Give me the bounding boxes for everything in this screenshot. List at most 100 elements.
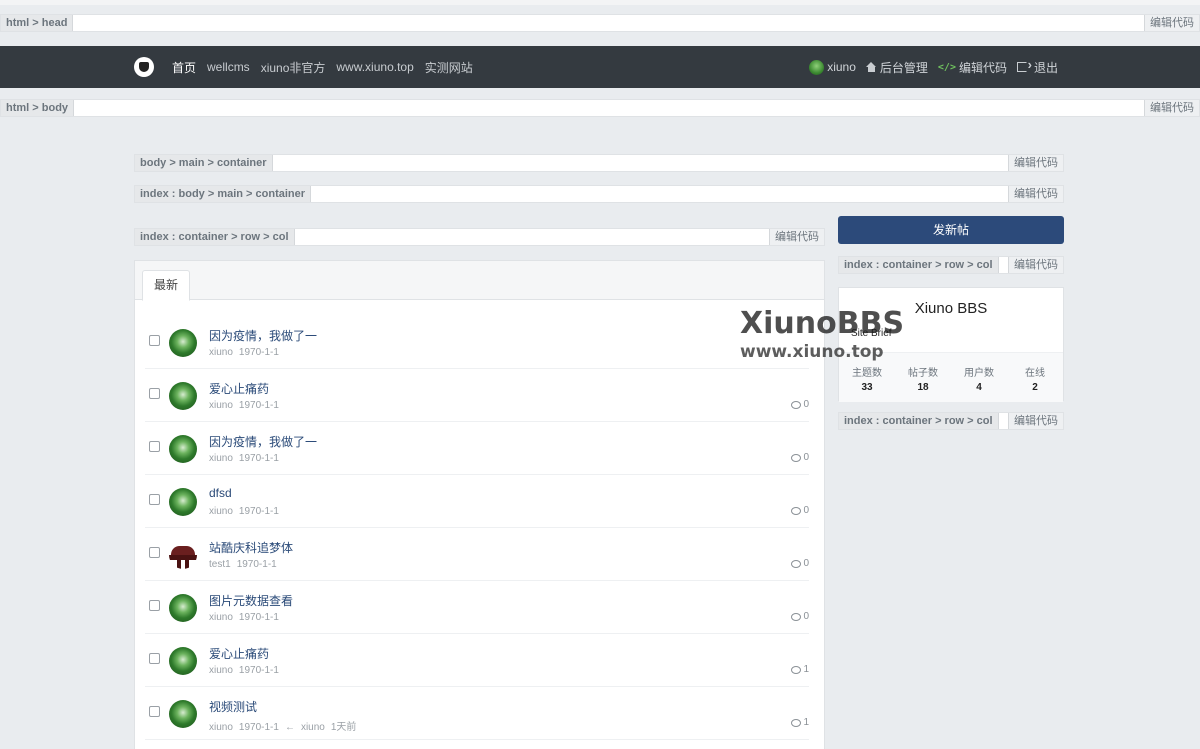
thread-row[interactable]: 图片元数据查看 xiuno 1970-1-1 0	[145, 581, 809, 634]
thread-checkbox[interactable]	[149, 547, 160, 558]
thread-row[interactable]: 因为疫情，我做了一 xiuno 1970-1-1	[145, 316, 809, 369]
stat-value: 18	[917, 382, 929, 393]
edit-code-button[interactable]: 编辑代码	[769, 229, 824, 245]
thread-checkbox[interactable]	[149, 441, 160, 452]
thread-title[interactable]: 爱心止痛药	[209, 645, 269, 662]
thread-checkbox[interactable]	[149, 653, 160, 664]
reply-count: 0	[791, 399, 809, 410]
thread-meta: xiuno 1970-1-1	[209, 400, 285, 411]
last-reply-user[interactable]: xiuno	[301, 722, 325, 733]
thread-title[interactable]: 图片元数据查看	[209, 592, 293, 609]
user-avatar-icon	[809, 59, 825, 75]
nav-link-home[interactable]: 首页	[172, 59, 196, 76]
nav-edit-code-link[interactable]: </> 编辑代码	[938, 59, 1007, 76]
thread-user[interactable]: xiuno	[209, 722, 233, 733]
thread-avatar[interactable]	[169, 329, 197, 357]
code-bar-input[interactable]	[73, 15, 1144, 31]
thread-user[interactable]: xiuno	[209, 453, 233, 464]
thread-row[interactable]: 站酷庆科追梦体 test1 1970-1-1 0	[145, 528, 809, 581]
reply-count-value: 1	[803, 664, 809, 675]
thread-date: 1970-1-1	[236, 559, 277, 570]
thread-checkbox[interactable]	[149, 706, 160, 717]
code-bar-input[interactable]	[272, 155, 1008, 171]
edit-code-button[interactable]: 编辑代码	[1008, 413, 1063, 429]
watermark-title: XiunoBBS	[740, 306, 905, 341]
thread-date: 1970-1-1	[238, 347, 279, 358]
stat-posts: 帖子数 18	[895, 353, 951, 402]
thread-row[interactable]: 爱心止痛药 xiuno 1970-1-1 0	[145, 369, 809, 422]
stat-value: 4	[976, 382, 982, 393]
thread-title[interactable]: 因为疫情，我做了一	[209, 433, 317, 450]
thread-meta: xiuno 1970-1-1	[209, 612, 285, 623]
thread-avatar[interactable]	[169, 700, 197, 728]
tab-latest[interactable]: 最新	[142, 270, 190, 301]
code-bar-label: index : container > row > col	[135, 229, 295, 245]
code-bar-input[interactable]	[294, 229, 769, 245]
stat-label: 主题数	[852, 368, 882, 379]
thread-title[interactable]: 因为疫情，我做了一	[209, 327, 317, 344]
thread-avatar[interactable]	[169, 488, 197, 516]
thread-avatar[interactable]	[169, 647, 197, 675]
nav-link-xiuno-top[interactable]: www.xiuno.top	[336, 60, 413, 74]
thread-checkbox[interactable]	[149, 335, 160, 346]
thread-meta: test1 1970-1-1	[209, 559, 283, 570]
thread-row[interactable]: 因为疫情，我做了一 xiuno 1970-1-1 0	[145, 422, 809, 475]
comment-icon	[791, 400, 802, 409]
nav-user[interactable]: xiuno	[809, 59, 856, 75]
reply-count-value: 1	[803, 717, 809, 728]
thread-avatar[interactable]	[169, 541, 197, 569]
edit-code-button[interactable]: 编辑代码	[1008, 186, 1063, 202]
thread-title[interactable]: dfsd	[209, 486, 232, 500]
thread-row[interactable]: 爱心止痛药 xiuno 1970-1-1 1	[145, 634, 809, 687]
site-logo-icon[interactable]	[134, 57, 154, 77]
thread-checkbox[interactable]	[149, 388, 160, 399]
stat-value: 2	[1032, 382, 1038, 393]
thread-avatar[interactable]	[169, 435, 197, 463]
stat-value: 33	[861, 382, 873, 393]
reply-count-value: 0	[803, 505, 809, 516]
thread-avatar[interactable]	[169, 594, 197, 622]
code-bar-input[interactable]	[74, 100, 1144, 116]
left-col-code-bar: index : container > row > col 编辑代码	[134, 228, 825, 246]
code-bar-label: index : container > row > col	[839, 413, 999, 429]
reply-count-value: 0	[803, 399, 809, 410]
stat-label: 在线	[1025, 368, 1045, 379]
thread-title[interactable]: 站酷庆科追梦体	[209, 539, 293, 556]
code-bar-input[interactable]	[311, 186, 1008, 202]
thread-user[interactable]: xiuno	[209, 400, 233, 411]
thread-row[interactable]: 视频测试 xiuno 1970-1-1 ← xiuno 1天前 1	[145, 687, 809, 740]
thread-row[interactable]: dfsd xiuno 1970-1-1 0	[145, 475, 809, 528]
edit-code-button[interactable]: 编辑代码	[1008, 257, 1063, 273]
nav-logout-link[interactable]: 退出	[1016, 57, 1058, 76]
thread-user[interactable]: xiuno	[209, 506, 233, 517]
new-post-button[interactable]: 发新帖	[838, 216, 1064, 244]
last-reply-arrow: ←	[284, 722, 295, 733]
thread-title[interactable]: 爱心止痛药	[209, 380, 269, 397]
thread-date: 1970-1-1	[238, 612, 279, 623]
thread-user[interactable]: xiuno	[209, 612, 233, 623]
thread-user[interactable]: xiuno	[209, 347, 233, 358]
thread-checkbox[interactable]	[149, 494, 160, 505]
code-bar-input[interactable]	[998, 257, 1008, 273]
edit-code-button[interactable]: 编辑代码	[1144, 15, 1199, 31]
thread-user[interactable]: xiuno	[209, 665, 233, 676]
thread-user[interactable]: test1	[209, 559, 231, 570]
nav-admin-link[interactable]: 后台管理	[865, 59, 928, 76]
nav-edit-code-label: 编辑代码	[958, 60, 1007, 75]
edit-code-button[interactable]: 编辑代码	[1008, 155, 1063, 171]
thread-tabs: 最新	[135, 261, 824, 301]
thread-date: 1970-1-1	[238, 453, 279, 464]
edit-code-button[interactable]: 编辑代码	[1144, 100, 1199, 116]
thread-avatar[interactable]	[169, 382, 197, 410]
code-bar-input[interactable]	[998, 413, 1008, 429]
thread-meta: xiuno 1970-1-1	[209, 347, 285, 358]
watermark-url: www.xiuno.top	[740, 342, 884, 362]
thread-checkbox[interactable]	[149, 600, 160, 611]
thread-title[interactable]: 视频测试	[209, 698, 257, 715]
code-bar-label: html > head	[1, 15, 74, 31]
nav-link-test-site[interactable]: 实测网站	[425, 59, 473, 76]
nav-link-wellcms[interactable]: wellcms	[207, 60, 250, 74]
navbar: 首页 wellcms xiuno非官方 www.xiuno.top 实测网站 x…	[0, 46, 1200, 88]
nav-link-xiuno-unofficial[interactable]: xiuno非官方	[261, 59, 326, 76]
home-icon	[865, 62, 877, 72]
